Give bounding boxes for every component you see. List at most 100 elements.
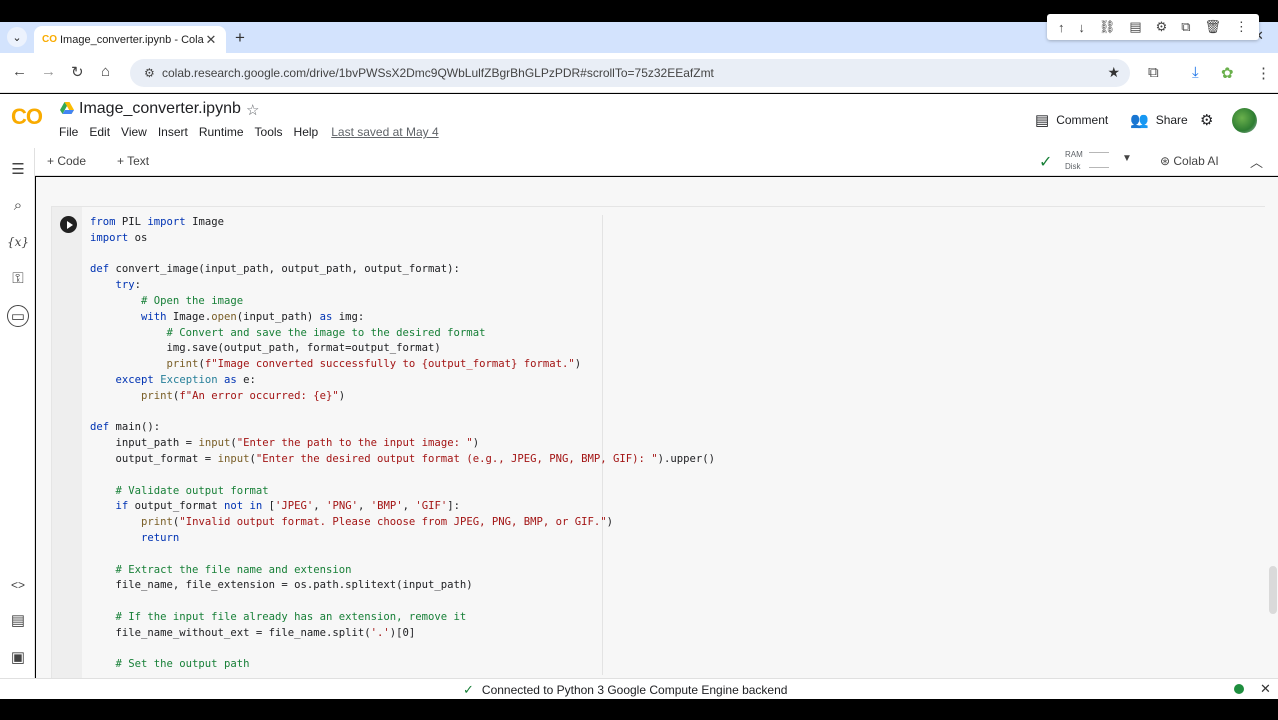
move-down-icon[interactable]: ↓ (1078, 20, 1085, 35)
ram-disk-bars (1089, 152, 1109, 168)
code-line: ​ (90, 594, 715, 610)
bottom-letterbox (0, 699, 1278, 720)
colab-ai-button[interactable]: ⊛ Colab AI (1160, 154, 1219, 168)
forward-arrow-icon[interactable]: → (41, 63, 56, 80)
comment-cell-icon[interactable]: ▤ (1129, 19, 1141, 35)
code-line: # Open the image (141, 294, 244, 307)
code-line: ​ (90, 468, 715, 484)
collapse-header-chevron-icon[interactable]: ︿ (1250, 152, 1263, 171)
comment-icon: ▤ (1035, 112, 1050, 129)
command-palette-icon[interactable]: ▤ (7, 610, 29, 632)
menu-bar: File Edit View Insert Runtime Tools Help… (59, 125, 439, 139)
search-icon[interactable]: ⌕ (7, 195, 29, 217)
menu-runtime[interactable]: Runtime (199, 125, 244, 139)
code-line: print("Invalid output format. Please cho… (141, 516, 614, 529)
delete-icon[interactable]: 🗑 (1204, 19, 1221, 35)
comment-button[interactable]: ▤ Comment (1035, 111, 1108, 129)
mirror-cell-icon[interactable]: ⧉ (1181, 19, 1190, 35)
code-line: print(f"Image converted successfully to … (166, 358, 582, 371)
google-drive-icon (60, 102, 74, 114)
runtime-dropdown-icon[interactable]: ▼ (1122, 153, 1132, 164)
status-close-icon[interactable]: ✕ (1260, 681, 1271, 697)
add-text-button[interactable]: + Text (117, 154, 149, 168)
comment-label: Comment (1056, 113, 1109, 127)
reload-icon[interactable]: ↻ (71, 63, 84, 81)
files-folder-icon[interactable]: ▭ (7, 305, 29, 327)
secrets-key-icon[interactable]: ⚿ (7, 268, 29, 290)
settings-gear-icon[interactable]: ⚙ (1200, 111, 1220, 129)
code-cell[interactable]: from PIL import Imageimport os​def conve… (51, 206, 1265, 687)
code-line: with Image.open(input_path) as img: (141, 310, 365, 323)
runtime-connected-check-icon: ✓ (1039, 154, 1053, 171)
address-bar[interactable]: ⚙ colab.research.google.com/drive/1bvPWS… (130, 59, 1130, 87)
share-people-icon: 👥 (1130, 112, 1149, 129)
run-cell-button[interactable] (60, 216, 77, 233)
tab-title: Image_converter.ipynb - Colab (60, 33, 204, 46)
code-line: # Extract the file name and extension (115, 563, 352, 576)
code-line: # Set the output path (115, 658, 250, 671)
code-snippets-icon[interactable]: <> (7, 574, 29, 596)
code-line: def main(): (90, 421, 161, 434)
menu-view[interactable]: View (121, 125, 147, 139)
ram-label: RAM (1065, 150, 1083, 159)
link-icon[interactable]: ⛓ (1099, 19, 1116, 35)
cell-toolbar: ↑ ↓ ⛓ ▤ ⚙ ⧉ 🗑 ⋮ (1047, 14, 1259, 40)
left-sidebar: ☰ ⌕ {x} ⚿ ▭ <> ▤ ▣ (0, 148, 35, 678)
ram-disk-indicator[interactable]: RAM Disk (1065, 149, 1083, 173)
browser-tab[interactable]: CO Image_converter.ipynb - Colab ✕ (34, 26, 226, 53)
star-notebook-icon[interactable]: ☆ (246, 101, 259, 119)
menu-help[interactable]: Help (294, 125, 319, 139)
code-line: from PIL import Image (90, 216, 224, 228)
code-line: # Validate output format (115, 484, 269, 497)
cell-settings-icon[interactable]: ⚙ (1156, 19, 1168, 35)
move-up-icon[interactable]: ↑ (1058, 20, 1065, 35)
code-line: ​ (90, 642, 715, 658)
site-info-icon[interactable]: ⚙ (144, 66, 162, 80)
status-bar: ✓ Connected to Python 3 Google Compute E… (0, 678, 1278, 699)
home-icon[interactable]: ⌂ (101, 63, 110, 80)
new-tab-button[interactable]: + (235, 28, 245, 48)
menu-tools[interactable]: Tools (255, 125, 283, 139)
back-arrow-icon[interactable]: ← (12, 63, 27, 80)
variables-icon[interactable]: {x} (7, 231, 29, 253)
status-indicator-dot (1234, 684, 1244, 694)
status-message: ✓ Connected to Python 3 Google Compute E… (463, 682, 787, 698)
add-code-button[interactable]: + Code (47, 154, 86, 168)
extensions-icon[interactable]: ⧉ (1148, 64, 1159, 81)
menu-insert[interactable]: Insert (158, 125, 188, 139)
last-saved-link[interactable]: Last saved at May 4 (331, 125, 438, 139)
menu-edit[interactable]: Edit (89, 125, 110, 139)
code-line: ​ (90, 247, 715, 263)
cell-gutter (52, 207, 82, 687)
code-line: except Exception as e: (115, 373, 256, 386)
code-line: input_path = input("Enter the path to th… (90, 437, 480, 450)
connected-check-icon: ✓ (463, 682, 474, 697)
browser-menu-icon[interactable]: ⋮ (1256, 64, 1271, 82)
code-line: return (141, 531, 180, 544)
tab-search-icon[interactable]: ⌄ (7, 27, 27, 47)
code-line: # If the input file already has an exten… (115, 610, 467, 623)
code-line: img.save(output_path, format=output_form… (90, 342, 441, 355)
avatar[interactable] (1232, 108, 1257, 133)
notebook-title[interactable]: Image_converter.ipynb (79, 100, 241, 118)
code-editor[interactable]: from PIL import Imageimport os​def conve… (90, 215, 715, 673)
extension-leaf-icon[interactable]: ✿ (1221, 64, 1234, 82)
more-options-icon[interactable]: ⋮ (1235, 19, 1248, 35)
colab-logo[interactable]: CO (11, 104, 43, 130)
terminal-icon[interactable]: ▣ (7, 647, 29, 669)
share-button[interactable]: 👥 Share (1130, 111, 1188, 129)
code-line: try: (115, 279, 142, 292)
table-of-contents-icon[interactable]: ☰ (7, 159, 29, 181)
browser-toolbar: ← → ↻ ⌂ ⚙ colab.research.google.com/driv… (0, 53, 1278, 93)
colab-header: CO Image_converter.ipynb ☆ File Edit Vie… (0, 94, 1278, 148)
bookmark-star-icon[interactable]: ★ (1107, 64, 1120, 81)
code-line: def convert_image(input_path, output_pat… (90, 263, 460, 276)
code-line: if output_format not in ['JPEG', 'PNG', … (115, 500, 461, 513)
scrollbar-thumb[interactable] (1269, 566, 1277, 614)
code-line: output_format = input("Enter the desired… (90, 452, 716, 465)
downloads-icon[interactable]: ⤓ (1192, 64, 1199, 81)
disk-label: Disk (1065, 162, 1081, 171)
code-line: file_name_without_ext = file_name.split(… (90, 626, 416, 639)
menu-file[interactable]: File (59, 125, 78, 139)
tab-close-icon[interactable]: ✕ (204, 32, 218, 48)
